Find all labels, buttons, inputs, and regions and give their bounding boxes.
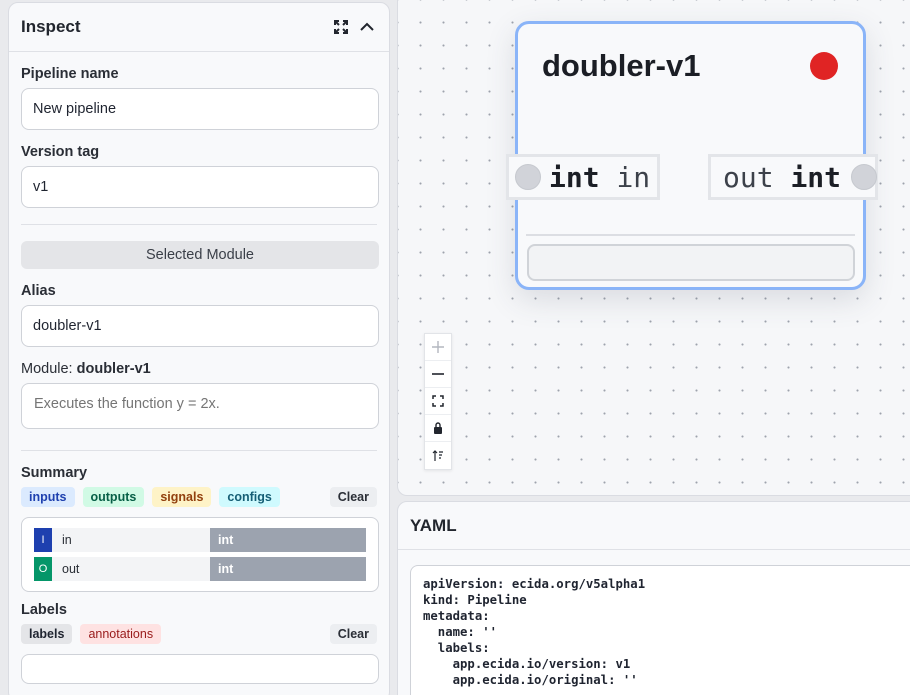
module-node[interactable]: doubler-v1 int in out int [506,21,878,290]
output-handle[interactable] [851,164,878,190]
divider [21,224,377,225]
summary-label: Summary [21,465,88,481]
node-divider [526,234,855,236]
node-input-field[interactable] [527,244,855,281]
labels-table [21,654,379,684]
node-title: doubler-v1 [542,48,701,83]
inspect-panel: Inspect Pipeline name Version tag Select… [8,2,390,695]
output-port-name: out [723,160,774,194]
labels-clear-button[interactable]: Clear [329,624,377,644]
module-label: Module: doubler-v1 [21,361,377,377]
version-tag-label: Version tag [21,144,100,160]
summary-clear-button[interactable]: Clear [329,487,377,507]
plus-icon [432,341,444,353]
selected-module-header[interactable]: Selected Module [21,241,379,269]
labels-tag-row: labels annotations Clear [21,624,377,644]
summary-table: I in int O out int [21,517,379,592]
yaml-line: labels: [423,641,490,655]
status-indicator [810,52,838,80]
module-name: doubler-v1 [76,361,151,377]
tag-signals[interactable]: signals [152,487,212,507]
yaml-line: name: '' [423,625,498,639]
alias-input[interactable] [21,305,379,347]
yaml-line: app.ecida.io/original: '' [423,673,638,687]
summary-tag-row: inputs outputs signals configs Clear [21,487,377,507]
module-label-prefix: Module: [21,361,73,377]
yaml-line: app.ecida.io/version: v1 [423,657,631,671]
summary-row-output: O out int [34,557,366,581]
yaml-line: apiVersion: ecida.org/v5alpha1 [423,577,646,591]
yaml-title: YAML [398,502,910,550]
input-badge: I [34,528,52,552]
pipeline-name-input[interactable] [21,88,379,130]
zoom-in-button[interactable] [425,334,451,361]
yaml-panel: YAML apiVersion: ecida.org/v5alpha1 kind… [397,501,910,695]
output-port-type: int [790,160,842,194]
inspect-header: Inspect [9,3,389,52]
tag-outputs[interactable]: outputs [82,487,145,507]
alias-label: Alias [21,283,56,299]
summary-row-input: I in int [34,528,366,552]
input-port-name: in [616,160,651,194]
yaml-line: metadata: [423,609,490,623]
canvas-controls [424,333,452,470]
sort-icon [432,449,443,461]
io-name: in [62,533,72,547]
tag-labels[interactable]: labels [21,624,73,644]
inspect-title: Inspect [21,17,81,36]
yaml-line: kind: Pipeline [423,593,527,607]
fit-view-icon [432,395,444,407]
output-badge: O [34,557,52,581]
expand-icon[interactable] [331,17,351,37]
output-port[interactable]: out int [708,154,878,200]
zoom-out-button[interactable] [425,361,451,388]
tag-inputs[interactable]: inputs [21,487,75,507]
tag-configs[interactable]: configs [219,487,280,507]
labels-label: Labels [21,602,67,618]
version-tag-input[interactable] [21,166,379,208]
io-name: out [62,562,80,576]
chevron-up-icon[interactable] [357,17,377,37]
input-port[interactable]: int in [506,154,660,200]
yaml-code-block[interactable]: apiVersion: ecida.org/v5alpha1 kind: Pip… [410,565,910,695]
tag-annotations[interactable]: annotations [80,624,162,644]
pipeline-name-label: Pipeline name [21,66,119,82]
input-port-type: int [549,160,600,194]
divider [21,450,377,451]
sort-button[interactable] [425,442,451,469]
lock-button[interactable] [425,415,451,442]
fit-view-button[interactable] [425,388,451,415]
pipeline-canvas[interactable]: doubler-v1 int in out int [397,0,910,496]
module-description-input[interactable] [21,383,379,429]
lock-icon [434,422,442,434]
io-type: int [210,528,366,552]
input-handle[interactable] [515,164,541,190]
minus-icon [432,373,444,375]
io-type: int [210,557,366,581]
